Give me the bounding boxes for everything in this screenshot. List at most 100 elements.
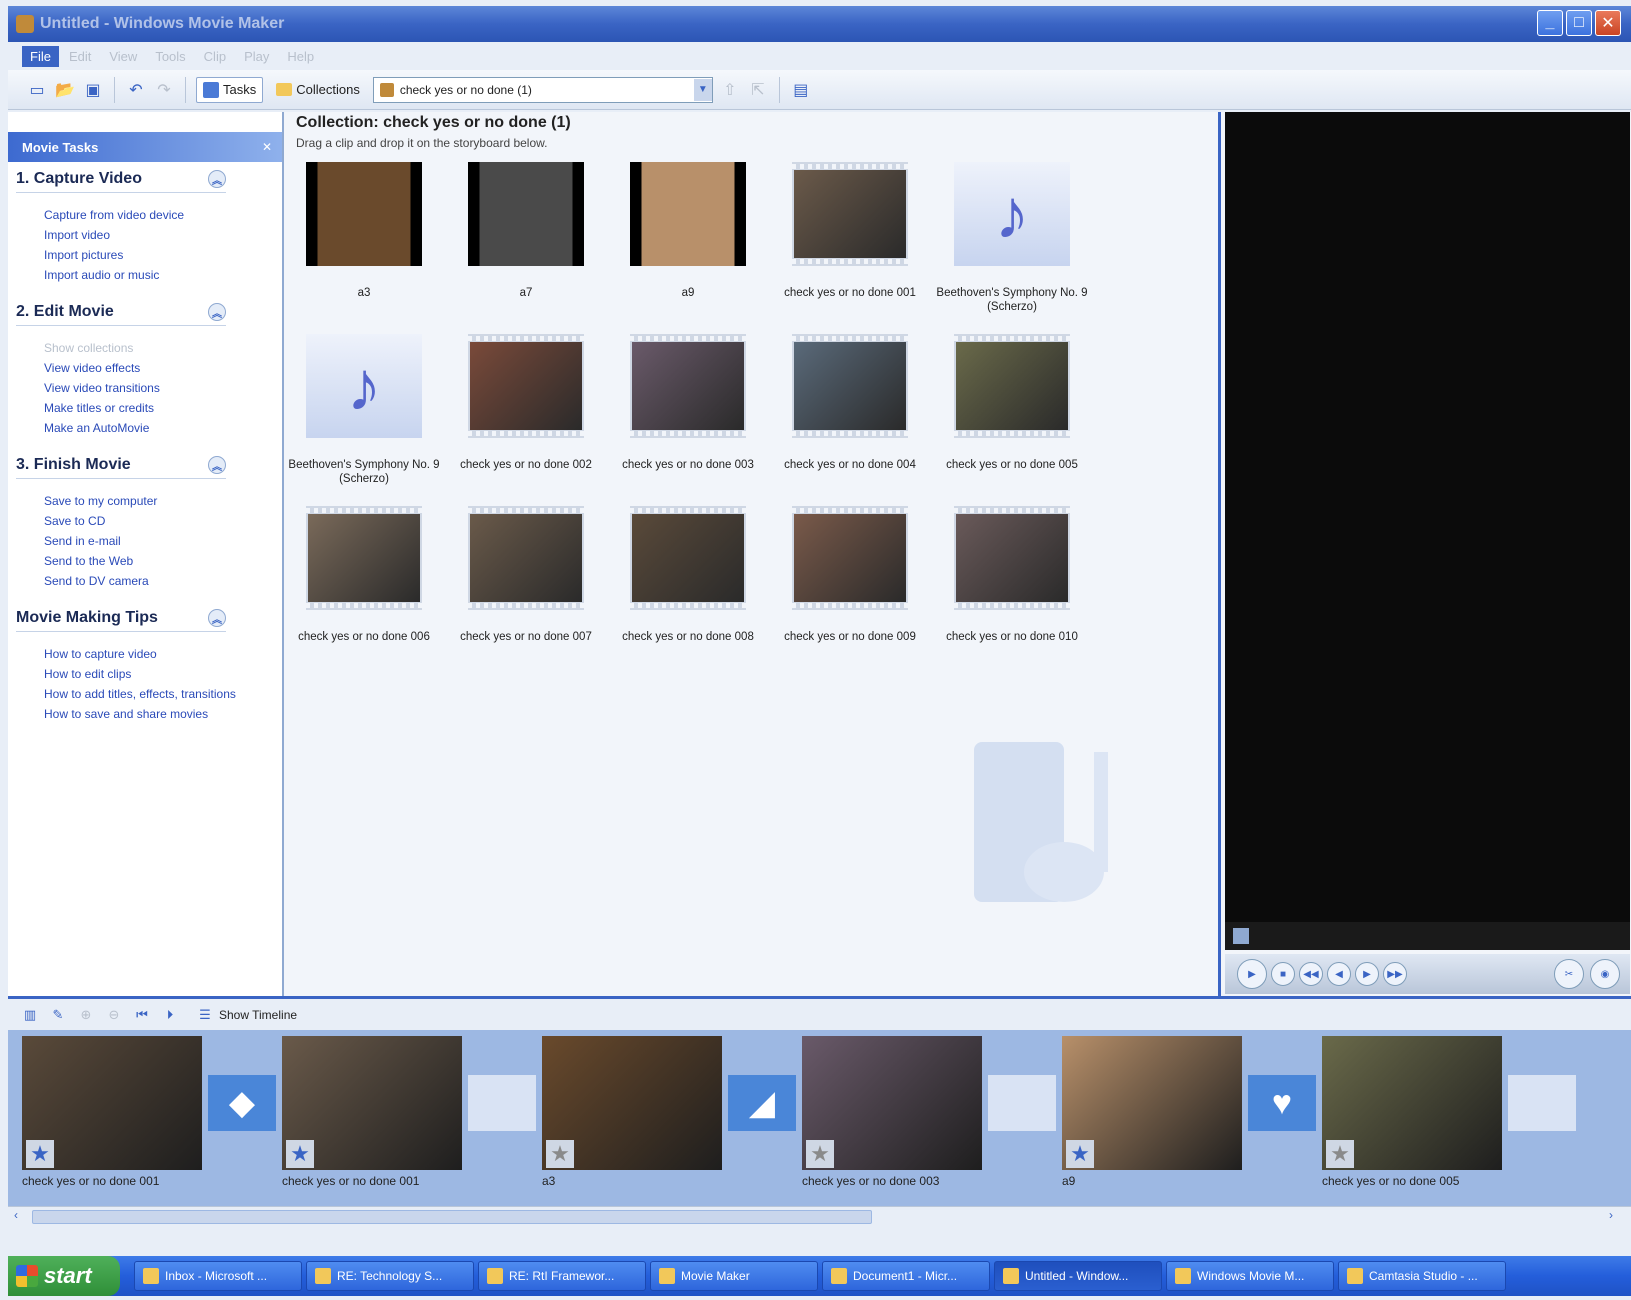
task-link[interactable]: How to add titles, effects, transitions	[44, 684, 274, 704]
menu-play[interactable]: Play	[236, 46, 277, 67]
take-picture-icon[interactable]: ◉	[1590, 959, 1620, 989]
task-link[interactable]: View video effects	[44, 358, 274, 378]
collapse-icon[interactable]: ︽	[208, 303, 226, 321]
storyboard-clip[interactable]: ★	[282, 1036, 462, 1170]
minimize-button[interactable]: _	[1537, 10, 1563, 36]
video-effect-star-icon[interactable]: ★	[1066, 1140, 1094, 1168]
task-link[interactable]: View video transitions	[44, 378, 274, 398]
video-effect-star-icon[interactable]: ★	[26, 1140, 54, 1168]
transition-heart-icon[interactable]: ♥	[1248, 1075, 1316, 1131]
storyboard-clip[interactable]: ★	[802, 1036, 982, 1170]
transition-arrow-icon[interactable]	[1508, 1075, 1576, 1131]
chevron-down-icon[interactable]: ▼	[693, 78, 712, 101]
collection-clip[interactable]: a9	[608, 162, 768, 300]
taskbar-item[interactable]: Inbox - Microsoft ...	[134, 1261, 302, 1291]
open-project-icon[interactable]: 📂	[54, 79, 76, 101]
scroll-thumb[interactable]	[32, 1210, 872, 1224]
zoom-in-icon[interactable]: ⊕	[76, 1005, 96, 1025]
scroll-right-icon[interactable]: ›	[1609, 1208, 1613, 1222]
taskbar-item[interactable]: Movie Maker	[650, 1261, 818, 1291]
menu-edit[interactable]: Edit	[61, 46, 99, 67]
next-frame-icon[interactable]: ▶▶	[1383, 962, 1407, 986]
task-link[interactable]: Make titles or credits	[44, 398, 274, 418]
section-heading[interactable]: 3. Finish Movie ︽	[16, 456, 226, 479]
rewind-icon[interactable]: ◀	[1327, 962, 1351, 986]
collection-dropdown[interactable]: check yes or no done (1) ▼	[372, 76, 713, 103]
task-link[interactable]: Send to DV camera	[44, 571, 274, 591]
collection-clip[interactable]: check yes or no done 005	[932, 334, 1092, 472]
start-button[interactable]: start	[8, 1256, 120, 1296]
storyboard-scrollbar[interactable]: ‹ ›	[8, 1206, 1631, 1226]
show-timeline-button[interactable]: ☰ Show Timeline	[188, 1000, 304, 1030]
collapse-icon[interactable]: ︽	[208, 170, 226, 188]
close-button[interactable]: ✕	[1595, 10, 1621, 36]
video-effect-star-icon[interactable]: ★	[286, 1140, 314, 1168]
taskbar-item[interactable]: RE: Technology S...	[306, 1261, 474, 1291]
previous-frame-icon[interactable]: ◀◀	[1299, 962, 1323, 986]
storyboard-clip[interactable]: ★	[1062, 1036, 1242, 1170]
task-link[interactable]: Save to CD	[44, 511, 274, 531]
collection-clip[interactable]: ♪ Beethoven's Symphony No. 9 (Scherzo)	[932, 162, 1092, 314]
menu-view[interactable]: View	[101, 46, 145, 67]
storyboard-clip[interactable]: ★	[1322, 1036, 1502, 1170]
stop-icon[interactable]: ■	[1271, 962, 1295, 986]
play-icon[interactable]: ▶	[1237, 959, 1267, 989]
transition-diamond-icon[interactable]: ◆	[208, 1075, 276, 1131]
menu-help[interactable]: Help	[279, 46, 322, 67]
collections-button[interactable]: Collections	[269, 77, 367, 102]
task-link[interactable]: Send to the Web	[44, 551, 274, 571]
zoom-out-icon[interactable]: ⊖	[104, 1005, 124, 1025]
taskbar-item[interactable]: Untitled - Window...	[994, 1261, 1162, 1291]
tasks-button[interactable]: Tasks	[196, 76, 264, 103]
split-clip-icon[interactable]: ✂	[1554, 959, 1584, 989]
new-project-icon[interactable]: ▭	[26, 79, 48, 101]
collection-clip[interactable]: a3	[284, 162, 444, 300]
menu-file[interactable]: File	[22, 45, 59, 67]
section-heading[interactable]: 1. Capture Video ︽	[16, 170, 226, 193]
task-link[interactable]: Import pictures	[44, 245, 274, 265]
task-link[interactable]: How to save and share movies	[44, 704, 274, 724]
taskbar-item[interactable]: Document1 - Micr...	[822, 1261, 990, 1291]
task-link[interactable]: Import audio or music	[44, 265, 274, 285]
collapse-icon[interactable]: ︽	[208, 609, 226, 627]
collection-clip[interactable]: check yes or no done 001	[770, 162, 930, 300]
views-icon[interactable]: ▤	[790, 79, 812, 101]
task-link[interactable]: Send in e-mail	[44, 531, 274, 551]
collection-clip[interactable]: check yes or no done 004	[770, 334, 930, 472]
seek-thumb[interactable]	[1233, 928, 1249, 944]
close-pane-icon[interactable]: ✕	[262, 140, 272, 154]
task-link[interactable]: How to edit clips	[44, 664, 274, 684]
task-link[interactable]: Save to my computer	[44, 491, 274, 511]
collection-clip[interactable]: a7	[446, 162, 606, 300]
undo-icon[interactable]: ↶	[125, 79, 147, 101]
collection-clip[interactable]: check yes or no done 010	[932, 506, 1092, 644]
collection-clip[interactable]: check yes or no done 009	[770, 506, 930, 644]
task-link[interactable]: How to capture video	[44, 644, 274, 664]
transition-arrow-icon[interactable]	[468, 1075, 536, 1131]
taskbar-item[interactable]: Windows Movie M...	[1166, 1261, 1334, 1291]
taskbar-item[interactable]: RE: RtI Framewor...	[478, 1261, 646, 1291]
set-audio-levels-icon[interactable]: ▥	[20, 1005, 40, 1025]
save-project-icon[interactable]: ▣	[82, 79, 104, 101]
collection-clip[interactable]: check yes or no done 008	[608, 506, 768, 644]
video-effect-star-icon[interactable]: ★	[806, 1140, 834, 1168]
video-effect-star-icon[interactable]: ★	[1326, 1140, 1354, 1168]
task-link[interactable]: Import video	[44, 225, 274, 245]
maximize-button[interactable]: □	[1566, 10, 1592, 36]
redo-icon[interactable]: ↷	[153, 79, 175, 101]
transition-page-curl-icon[interactable]: ◢	[728, 1075, 796, 1131]
transition-arrow-icon[interactable]	[988, 1075, 1056, 1131]
task-link[interactable]: Capture from video device	[44, 205, 274, 225]
section-heading[interactable]: 2. Edit Movie ︽	[16, 303, 226, 326]
taskbar-item[interactable]: Camtasia Studio - ...	[1338, 1261, 1506, 1291]
forward-icon[interactable]: ▶	[1355, 962, 1379, 986]
scroll-left-icon[interactable]: ‹	[14, 1208, 18, 1222]
storyboard-clip[interactable]: ★	[542, 1036, 722, 1170]
collection-clip[interactable]: check yes or no done 007	[446, 506, 606, 644]
collection-clip[interactable]: check yes or no done 006	[284, 506, 444, 644]
collection-clip[interactable]: check yes or no done 003	[608, 334, 768, 472]
seek-bar[interactable]	[1225, 922, 1630, 950]
collapse-icon[interactable]: ︽	[208, 456, 226, 474]
new-collection-folder-icon[interactable]: ⇱	[747, 79, 769, 101]
storyboard-clip[interactable]: ★	[22, 1036, 202, 1170]
